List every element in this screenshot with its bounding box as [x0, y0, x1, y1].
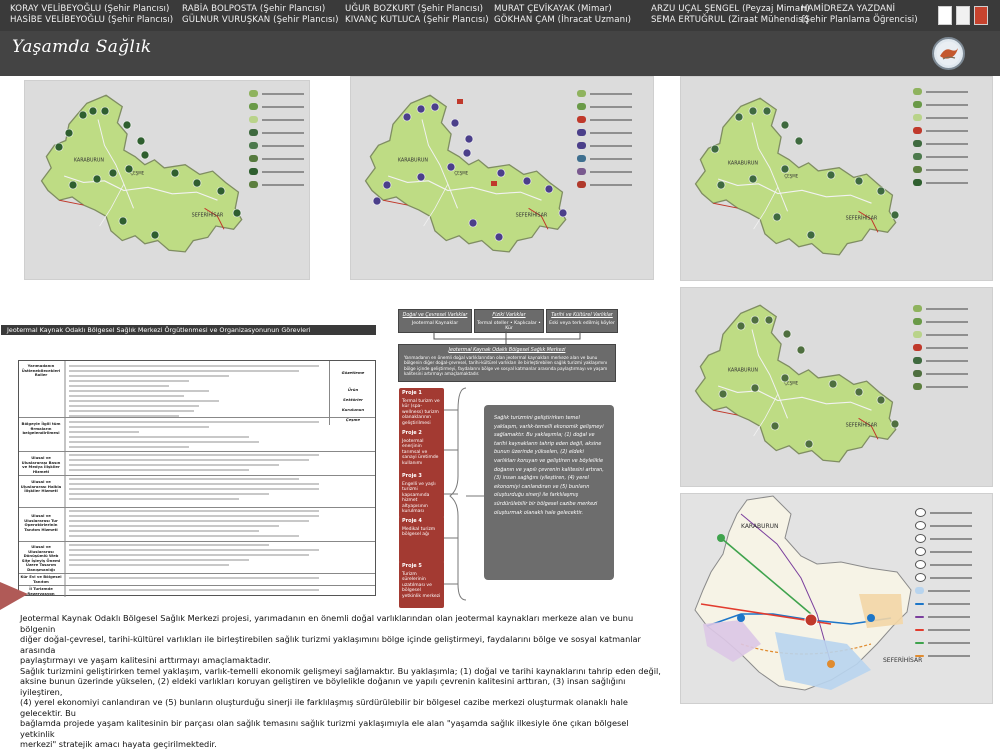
- credit-3: RABİA BOLPOSTA (Şehir Plancısı): [182, 4, 326, 14]
- center-box: Jeotermal Kaynak Odaklı Bölgesel Sağlık …: [398, 344, 616, 382]
- table-row: İl Turizmde Rezervasyon: [19, 585, 375, 596]
- project-5: Proje 5 Turizm sürelerinin uzatılması ve…: [399, 561, 444, 608]
- credit-2: HASİBE VELİBEYOĞLU (Şehir Plancısı): [10, 15, 174, 25]
- project-logo: [932, 37, 965, 70]
- body-line: bağlamda projede yaşam kalitesinin bir p…: [20, 718, 629, 739]
- table-row-label: Bölgeyle İlgili tüm firmaların belgelend…: [21, 421, 61, 436]
- table-row: Ulusal ve Uluslararası Tur Operatörlerin…: [19, 507, 375, 540]
- map-1: [24, 80, 310, 280]
- credit-9: ARZU UÇAL ŞENGEL (Peyzaj Mimarı): [651, 4, 810, 14]
- credit-10: SEMA ERTUĞRUL (Ziraat Mühendisi): [651, 15, 809, 25]
- section-title: Jeotermal Kaynak Odaklı Bölgesel Sağlık …: [1, 325, 376, 335]
- box-historic-assets-title: Tarihi ve Kültürel Varlıklar: [551, 313, 613, 318]
- map-1-legend: [249, 87, 309, 191]
- project-2-label: Proje 2: [402, 430, 422, 436]
- credit-1: KORAY VELİBEYOĞLU (Şehir Plancısı): [10, 4, 170, 14]
- credit-6: KIVANÇ KUTLUCA (Şehir Plancısı): [345, 15, 489, 25]
- table-row: Ulusal ve Uluslararası Dönüşümlü Web Sit…: [19, 541, 375, 572]
- table-row: Bölgeyle İlgili tüm firmaların belgelend…: [19, 417, 375, 440]
- credit-4: GÜLNUR VURUŞKAN (Şehir Plancısı): [182, 15, 339, 25]
- map-2-legend: [577, 87, 647, 191]
- box-historic-assets-sub: Eski veya terk edilmiş köyler: [549, 321, 615, 326]
- accent-wedge: [0, 582, 28, 610]
- body-line: aksine bunun üzerinde yükselen, (2) elde…: [20, 676, 626, 697]
- project-1-label: Proje 1: [402, 390, 422, 396]
- project-3-label: Proje 3: [402, 473, 422, 479]
- map-4: [680, 287, 993, 487]
- body-paragraph: Jeotermal Kaynak Odaklı Bölgesel Sağlık …: [20, 613, 662, 750]
- table-side-label: Sektörler: [329, 395, 376, 405]
- center-box-text: Yarımadanın en önemli doğal varlıklarınd…: [404, 355, 608, 377]
- view-toggle-1[interactable]: [938, 6, 952, 25]
- project-5-text: Turizm sürelerinin uzatılması ve bölgese…: [402, 571, 441, 599]
- table-side-label: Ürün: [329, 385, 376, 395]
- body-line: merkezi" stratejik amacı hayata geçirilm…: [20, 739, 217, 749]
- credit-5: UĞUR BOZKURT (Şehir Plancısı): [345, 4, 484, 14]
- table-row: Kür Evi ve Bölgesel Tanıtım: [19, 573, 375, 584]
- map-3-legend: [913, 85, 983, 189]
- table-row-label: Ulusal ve Uluslararası Tur Operatörlerin…: [24, 513, 58, 532]
- box-physical-assets-title: Fiziki Varlıklar: [492, 313, 526, 318]
- project-2: Proje 2 Jeotermal enerjinin tarımsal ve …: [399, 428, 444, 475]
- project-bracket: [444, 387, 484, 601]
- map-4-legend: [913, 302, 983, 393]
- body-line: diğer doğal-çevresel, tarihi-kültürel va…: [20, 634, 641, 655]
- box-natural-assets-sub: Jeotermal Kaynaklar: [411, 321, 459, 326]
- table-row-label: Ulusal ve Uluslararası Halkla İlişkiler …: [20, 479, 62, 494]
- organization-table: Yarımadanın Üstlenebilecekleri Roller Bö…: [18, 360, 376, 597]
- approach-text-box: Sağlık turizmini geliştirirken temel yak…: [484, 405, 614, 580]
- project-5-label: Proje 5: [402, 563, 422, 569]
- body-line: Sağlık turizmini geliştirirken temel yak…: [20, 665, 661, 676]
- map-2: [350, 76, 654, 280]
- table-side-label: Çeşme: [329, 415, 376, 425]
- box-natural-assets: Doğal ve Çevresel Varlıklar Jeotermal Ka…: [398, 309, 472, 333]
- svg-text:KARABURUN: KARABURUN: [741, 523, 779, 530]
- page-title: Yaşamda Sağlık: [12, 37, 152, 57]
- table-row: Yarımadanın Üstlenebilecekleri Roller: [19, 361, 375, 389]
- project-4-label: Proje 4: [402, 518, 422, 524]
- table-side-label: Kurulunun: [329, 405, 376, 415]
- project-3-text: Engelli ve yaşlı turizmi kapsamında hizm…: [402, 481, 436, 515]
- map-5-legend: [915, 506, 989, 662]
- body-line: (4) yerel ekonomiyi canlandıran ve (5) b…: [20, 697, 628, 718]
- project-2-text: Jeotermal enerjinin tarımsal ve sanayi ü…: [402, 438, 439, 466]
- box-physical-assets: Fiziki Varlıklar Termal oteller • Kaplıc…: [474, 309, 544, 333]
- view-toggle-3[interactable]: [974, 6, 988, 25]
- map-5: KARABURUN SEFERİHİSAR: [680, 493, 993, 704]
- table-row: Ulusal ve Uluslararası Halkla İlişkiler …: [19, 475, 375, 506]
- title-bar: Yaşamda Sağlık: [0, 31, 1000, 76]
- table-row-label: Ulusal ve Uluslararası Basın ve Medya İl…: [21, 455, 61, 474]
- box-historic-assets: Tarihi ve Kültürel Varlıklar Eski veya t…: [546, 309, 618, 333]
- box-physical-assets-sub: Termal oteller • Kaplıcalar • Kür: [477, 321, 541, 331]
- project-1-text: Termal turizm ve kür (spa-wellness) turi…: [402, 398, 440, 426]
- view-toggle-2[interactable]: [956, 6, 970, 25]
- credit-7: MURAT ÇEVİKAYAK (Mimar): [494, 4, 612, 14]
- credit-12: (Şehir Planlama Öğrencisi): [801, 15, 918, 25]
- credit-11: HAMİDREZA YAZDANİ: [801, 4, 896, 14]
- table-row: Ulusal ve Uluslararası Basın ve Medya İl…: [19, 451, 375, 474]
- map-3: [680, 76, 993, 281]
- project-3: Proje 3 Engelli ve yaşlı turizmi kapsamı…: [399, 471, 444, 518]
- project-4: Proje 4 Medikal turizm bölgesel ağı: [399, 516, 444, 563]
- table-row-label: Yarımadanın Üstlenebilecekleri Roller: [21, 363, 61, 378]
- credits-bar: KORAY VELİBEYOĞLU (Şehir Plancısı) HASİB…: [0, 0, 1000, 31]
- project-4-text: Medikal turizm bölgesel ağı: [402, 526, 436, 538]
- body-line: paylaştırmayı ve yaşam kalitesini arttır…: [20, 655, 271, 665]
- table-row-label: Ulusal ve Uluslararası Dönüşümlü Web Sit…: [21, 544, 61, 572]
- center-box-title: Jeotermal Kaynak Odaklı Bölgesel Sağlık …: [448, 348, 566, 353]
- table-side-label: Gözetleme: [329, 361, 376, 385]
- body-line: Jeotermal Kaynak Odaklı Bölgesel Sağlık …: [20, 613, 634, 634]
- box-natural-assets-title: Doğal ve Çevresel Varlıklar: [402, 313, 468, 318]
- credit-8: GÖKHAN ÇAM (İhracat Uzmanı): [494, 15, 632, 25]
